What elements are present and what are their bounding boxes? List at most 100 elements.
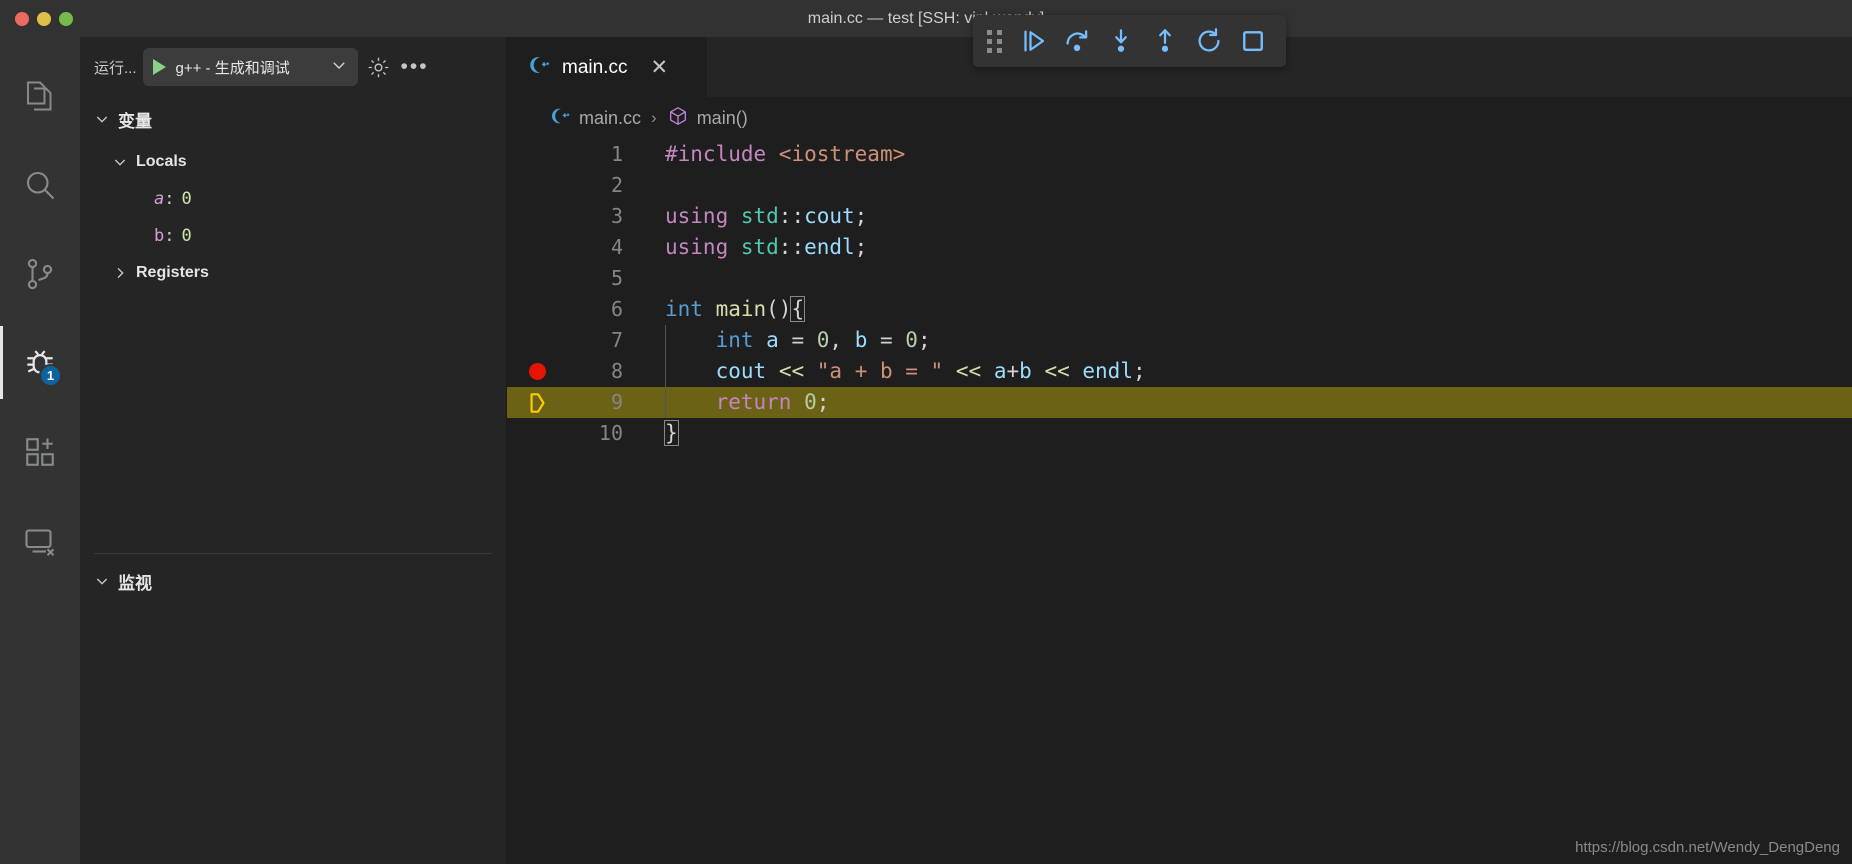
line-number: 1 [610, 142, 623, 166]
close-icon[interactable]: ✕ [650, 57, 668, 78]
editor-tab-label: main.cc [562, 56, 628, 78]
code-line[interactable]: 6 int main(){ [507, 294, 1852, 325]
variable-row[interactable]: b : 0 [80, 217, 506, 254]
editor-area: main.cc ✕ main.cc › main() 1 #include <i… [507, 15, 1852, 864]
gear-icon[interactable] [364, 52, 394, 82]
variable-row[interactable]: a : 0 [80, 180, 506, 217]
step-out-button[interactable] [1146, 22, 1184, 60]
code-line[interactable]: 5 [507, 263, 1852, 294]
breadcrumb-item-symbol[interactable]: main() [697, 108, 748, 129]
variable-name: b [154, 225, 165, 246]
code-editor[interactable]: 1 #include <iostream> 2 3 using std::cout; 4 u… [507, 139, 1852, 864]
debug-badge-count: 1 [39, 364, 62, 387]
minimize-window-button[interactable] [37, 11, 51, 26]
code-token: = [867, 328, 906, 352]
activity-item-search[interactable] [0, 140, 80, 229]
code-line[interactable]: 10} [507, 418, 1852, 449]
activity-item-source-control[interactable] [0, 229, 80, 318]
activity-item-run-and-debug[interactable]: 1 [0, 318, 80, 407]
code-token: ; [854, 235, 868, 259]
restart-button[interactable] [1190, 22, 1228, 60]
editor-tab-main-cc[interactable]: main.cc ✕ [507, 37, 707, 97]
glyph-margin[interactable] [507, 390, 567, 416]
more-actions-icon[interactable]: ••• [400, 52, 430, 82]
code-token: << [955, 359, 982, 383]
code-token: return [715, 390, 805, 414]
code-token: a [766, 328, 779, 352]
code-token: endl [804, 235, 855, 259]
activity-item-explorer[interactable] [0, 51, 80, 140]
variables-group-label: Registers [136, 263, 209, 281]
code-line[interactable]: 2 [507, 170, 1852, 201]
variables-group-registers[interactable]: Registers [80, 254, 506, 291]
line-content[interactable]: int a = 0, b = 0; [625, 325, 931, 356]
variables-section-header[interactable]: 变量 [80, 97, 506, 141]
cpp-file-icon [549, 105, 571, 132]
line-number: 5 [610, 266, 623, 290]
code-token: ; [917, 328, 931, 352]
breadcrumb-item-file[interactable]: main.cc [579, 108, 641, 129]
code-token: cout [804, 204, 855, 228]
chevron-down-icon [112, 154, 128, 170]
files-icon [22, 78, 58, 114]
glyph-margin[interactable] [507, 363, 567, 380]
line-content[interactable]: } [625, 418, 679, 449]
code-token: "a + b = " [816, 359, 944, 383]
step-over-button[interactable] [1058, 22, 1096, 60]
play-icon[interactable] [152, 59, 166, 75]
variable-colon: : [164, 188, 175, 209]
variables-section-title: 变量 [118, 111, 152, 131]
code-line[interactable]: 4 using std::endl; [507, 232, 1852, 263]
line-content[interactable]: cout << "a + b = " << a+b << endl; [625, 356, 1146, 387]
code-token: ; [816, 390, 830, 414]
variables-group-locals[interactable]: Locals [80, 143, 506, 180]
breadcrumb-separator: › [651, 108, 657, 127]
search-icon [22, 167, 58, 203]
line-content[interactable]: using std::cout; [625, 201, 867, 232]
code-token: = [778, 328, 817, 352]
debug-configuration-name: g++ - 生成和调试 [175, 59, 290, 77]
activity-item-extensions[interactable] [0, 407, 80, 496]
line-content[interactable]: return 0; [625, 387, 829, 418]
remote-explorer-icon [22, 523, 58, 559]
continue-button[interactable] [1014, 22, 1052, 60]
watch-list [80, 608, 506, 864]
code-token: :: [778, 235, 805, 259]
stop-button[interactable] [1234, 22, 1272, 60]
code-token: :: [778, 204, 805, 228]
line-content[interactable]: using std::endl; [625, 232, 867, 263]
title-bar: main.cc — test [SSH: vipl-wendy] [0, 0, 1852, 37]
watch-section-header[interactable]: 监视 [80, 554, 506, 608]
activity-item-remote-explorer[interactable] [0, 496, 80, 585]
code-token: << [778, 359, 805, 383]
close-window-button[interactable] [15, 11, 29, 26]
code-token: << [1044, 359, 1070, 383]
symbol-method-icon [667, 105, 689, 132]
code-line[interactable]: 1 #include <iostream> [507, 139, 1852, 170]
chevron-right-icon [112, 265, 128, 281]
drag-handle-icon[interactable] [987, 29, 1002, 53]
line-number: 4 [610, 235, 623, 259]
chevron-down-icon[interactable] [330, 56, 348, 79]
variable-value: 0 [181, 188, 192, 209]
step-into-button[interactable] [1102, 22, 1140, 60]
code-line[interactable]: 8 cout << "a + b = " << a+b << endl; [507, 356, 1852, 387]
cpp-file-icon [527, 53, 551, 83]
maximize-window-button[interactable] [59, 11, 73, 26]
activity-bar: 1 [0, 37, 80, 864]
code-token: } [664, 420, 679, 446]
code-line[interactable]: 9 return 0; [507, 387, 1852, 418]
watermark: https://blog.csdn.net/Wendy_DengDeng [1575, 839, 1840, 856]
code-line[interactable]: 3 using std::cout; [507, 201, 1852, 232]
debug-configuration-select[interactable]: g++ - 生成和调试 [142, 48, 358, 86]
breakpoint-icon[interactable] [528, 363, 546, 380]
debug-toolbar [973, 15, 1286, 67]
line-content[interactable]: #include <iostream> [625, 139, 905, 170]
editor-tab-bar: main.cc ✕ [507, 15, 1852, 97]
line-content[interactable]: int main(){ [625, 294, 806, 325]
code-token: endl [1082, 359, 1133, 383]
code-line[interactable]: 7 int a = 0, b = 0; [507, 325, 1852, 356]
code-token: main [715, 297, 767, 321]
